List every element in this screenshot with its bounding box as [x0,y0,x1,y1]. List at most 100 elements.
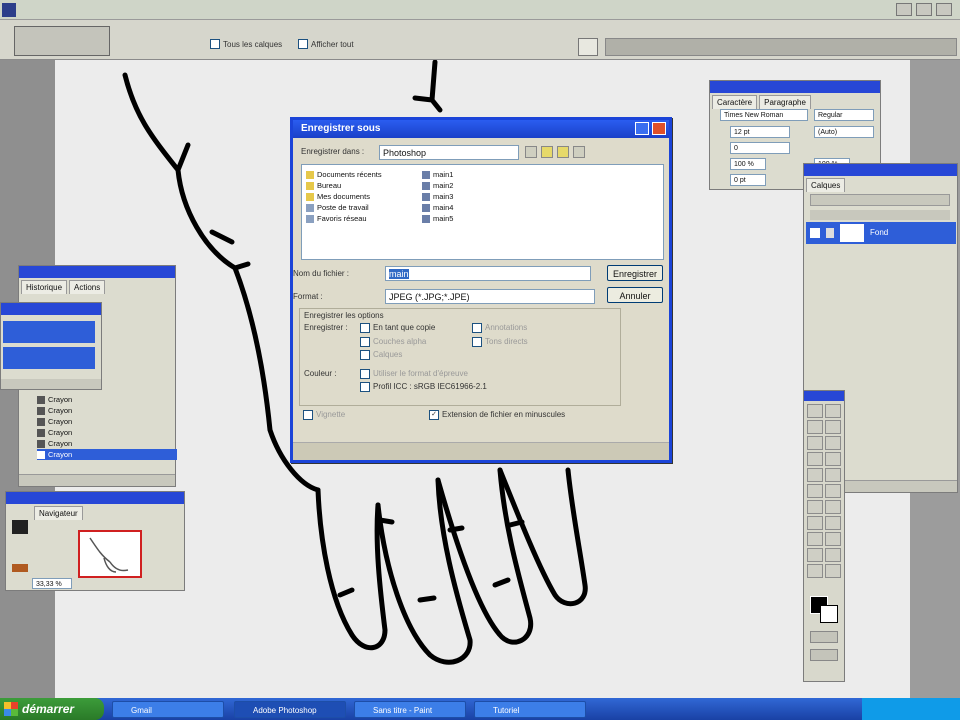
thumbnail-checkbox[interactable]: Vignette [303,410,345,420]
list-item[interactable]: Documents récents [306,169,416,180]
maximize-icon[interactable] [916,3,932,16]
stamp-tool-icon[interactable] [807,468,823,482]
move-tool-icon[interactable] [807,404,823,418]
list-item[interactable]: Bureau [306,180,416,191]
spot-checkbox[interactable]: Tons directs [472,337,528,347]
magic-wand-icon[interactable] [825,420,841,434]
marquee-tool-icon[interactable] [825,404,841,418]
zoom-tool-icon[interactable] [825,564,841,578]
taskbar-item[interactable]: Sans titre - Paint [354,701,466,718]
list-item[interactable]: Crayon [37,438,177,449]
proof-checkbox[interactable]: Utiliser le format d'épreuve [360,369,468,379]
taskbar-item[interactable]: Adobe Photoshop [234,701,346,718]
save-button[interactable]: Enregistrer [607,265,663,281]
vertical-scale-field[interactable]: 100 % [730,158,766,170]
dodge-tool-icon[interactable] [825,500,841,514]
pen-tool-icon[interactable] [807,532,823,546]
up-folder-icon[interactable] [541,146,553,158]
layers-checkbox[interactable]: Calques [360,350,402,360]
list-item[interactable]: main5 [422,213,512,224]
navigator-thumbnail[interactable] [78,530,142,578]
tab-layers[interactable]: Calques [806,178,846,192]
close-icon[interactable] [652,122,666,135]
action-row[interactable] [3,321,95,343]
eyedropper-icon[interactable] [825,548,841,562]
file-list[interactable]: Documents récents Bureau Mes documents P… [301,164,664,260]
lasso-tool-icon[interactable] [807,420,823,434]
view-all-checkbox[interactable]: Tous les calques [210,38,290,52]
list-item[interactable]: main4 [422,202,512,213]
gradient-tool-icon[interactable] [825,484,841,498]
tab-history[interactable]: Historique [21,280,68,294]
folder-column: Documents récents Bureau Mes documents P… [306,169,416,224]
type-tool-icon[interactable] [825,516,841,530]
start-button[interactable]: démarrer [0,698,104,720]
shape-tool-icon[interactable] [825,532,841,546]
back-icon[interactable] [525,146,537,158]
eye-icon[interactable] [810,228,820,238]
list-item[interactable]: main3 [422,191,512,202]
list-item[interactable]: Crayon [37,416,177,427]
notes-tool-icon[interactable] [807,548,823,562]
eraser-tool-icon[interactable] [807,484,823,498]
view-menu-icon[interactable] [573,146,585,158]
list-item[interactable]: Crayon [37,427,177,438]
minimize-icon[interactable] [896,3,912,16]
tool-preset-icon[interactable] [14,26,110,56]
hand-tool-icon[interactable] [807,564,823,578]
quick-mask-icon[interactable] [810,631,838,643]
list-item[interactable]: main2 [422,180,512,191]
zoom-field[interactable]: 33,33 % [32,578,72,589]
snap-checkbox[interactable]: Afficher tout [298,38,378,52]
actions-panel [0,302,102,390]
lowercase-checkbox[interactable]: ✓ Extension de fichier en minuscules [429,410,565,420]
icc-checkbox[interactable]: Profil ICC : sRGB IEC61966-2.1 [360,382,487,392]
app-icon[interactable] [2,3,16,17]
action-row[interactable] [3,347,95,369]
list-item-selected[interactable]: Crayon [37,449,177,460]
font-family-select[interactable]: Times New Roman [720,109,808,121]
background-color-swatch[interactable] [820,605,838,623]
list-item[interactable]: Crayon [37,405,177,416]
new-folder-icon[interactable] [557,146,569,158]
tab-actions[interactable]: Actions [69,280,106,294]
brush-tool-icon[interactable] [825,452,841,466]
filename-input[interactable]: main [385,266,591,281]
close-icon[interactable] [936,3,952,16]
list-item[interactable]: main1 [422,169,512,180]
save-in-select[interactable]: Photoshop [379,145,519,160]
slice-tool-icon[interactable] [825,436,841,450]
lock-controls[interactable] [810,210,950,220]
healing-brush-icon[interactable] [807,452,823,466]
taskbar-item[interactable]: Gmail [112,701,224,718]
system-tray [862,698,960,720]
blur-tool-icon[interactable] [807,500,823,514]
screen-mode-icon[interactable] [810,649,838,661]
format-select[interactable]: JPEG (*.JPG;*.JPE) [385,289,595,304]
list-item[interactable]: Favoris réseau [306,213,416,224]
alpha-checkbox[interactable]: Couches alpha [360,337,426,347]
font-style-select[interactable]: Regular [814,109,874,121]
taskbar-item[interactable]: Tutoriel [474,701,586,718]
list-item[interactable]: Poste de travail [306,202,416,213]
list-item[interactable]: Mes documents [306,191,416,202]
annotations-checkbox[interactable]: Annotations [472,323,527,333]
tracking-field[interactable]: 0 [730,142,790,154]
leading-field[interactable]: (Auto) [814,126,874,138]
copy-checkbox[interactable]: En tant que copie [360,323,435,333]
history-brush-icon[interactable] [825,468,841,482]
baseline-field[interactable]: 0 pt [730,174,766,186]
list-item[interactable]: Crayon [37,394,177,405]
folder-icon [306,182,314,191]
cancel-button[interactable]: Annuler [607,287,663,303]
tab-character[interactable]: Caractère [712,95,758,109]
crop-tool-icon[interactable] [807,436,823,450]
help-icon[interactable] [635,122,649,135]
font-size-field[interactable]: 12 pt [730,126,790,138]
tab-navigator[interactable]: Navigateur [34,506,83,520]
tab-paragraph[interactable]: Paragraphe [759,95,811,109]
blend-mode-select[interactable] [810,194,950,206]
layer-row[interactable]: Fond [806,222,956,244]
brush-icon[interactable] [578,38,598,56]
path-select-icon[interactable] [807,516,823,530]
